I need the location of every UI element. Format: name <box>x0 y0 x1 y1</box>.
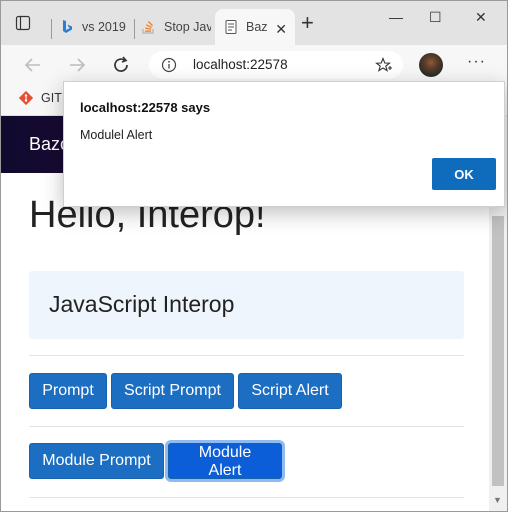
scroll-down-icon[interactable]: ▼ <box>493 495 502 505</box>
url-text[interactable]: localhost:22578 <box>193 57 288 72</box>
maximize-button[interactable]: ☐ <box>429 9 442 26</box>
prompt-button[interactable]: Prompt <box>29 373 107 409</box>
add-favorite-icon[interactable] <box>375 57 393 73</box>
tab-label: Stop Jav <box>164 20 211 34</box>
script-prompt-button[interactable]: Script Prompt <box>111 373 234 409</box>
tab-actions-icon[interactable] <box>15 15 31 31</box>
tab-separator <box>134 19 135 39</box>
more-menu-icon[interactable]: ··· <box>467 53 486 71</box>
tab-label: Baz <box>246 20 268 34</box>
bookmark-label: GIT <box>41 91 62 105</box>
tab-separator <box>51 19 52 39</box>
bing-icon <box>63 20 72 33</box>
page-icon <box>225 20 237 34</box>
tab-label: vs 2019 <box>82 20 126 34</box>
forward-icon[interactable] <box>65 53 89 77</box>
stackoverflow-icon <box>142 21 154 34</box>
close-tab-icon[interactable]: ✕ <box>275 21 287 38</box>
tab-bing[interactable]: vs 2019 <box>59 9 131 45</box>
divider <box>29 497 464 498</box>
git-icon <box>19 91 33 105</box>
tab-strip: vs 2019 Stop Jav Baz ✕ + — ☐ ✕ <box>1 1 507 45</box>
panel-title: JavaScript Interop <box>49 291 235 317</box>
tab-active[interactable]: Baz ✕ <box>215 9 295 45</box>
module-prompt-button[interactable]: Module Prompt <box>29 443 164 479</box>
bookmark-git[interactable]: GIT <box>19 91 62 105</box>
close-window-button[interactable]: ✕ <box>475 9 487 26</box>
tab-stackoverflow[interactable]: Stop Jav <box>141 9 211 45</box>
browser-window: vs 2019 Stop Jav Baz ✕ + — ☐ ✕ localhost… <box>0 0 508 512</box>
interop-panel: JavaScript Interop <box>29 271 464 339</box>
ok-button[interactable]: OK <box>432 158 496 190</box>
address-toolbar: localhost:22578 ··· <box>1 45 507 85</box>
divider <box>29 426 464 427</box>
address-bar[interactable]: localhost:22578 <box>149 51 403 79</box>
profile-avatar[interactable] <box>419 53 443 77</box>
script-alert-button[interactable]: Script Alert <box>238 373 342 409</box>
module-alert-button[interactable]: Module Alert <box>168 443 282 479</box>
refresh-icon[interactable] <box>109 53 133 77</box>
back-icon[interactable] <box>21 53 45 77</box>
minimize-button[interactable]: — <box>389 9 403 25</box>
new-tab-button[interactable]: + <box>301 12 314 34</box>
alert-dialog: localhost:22578 says Modulel Alert OK <box>63 81 505 207</box>
dialog-title: localhost:22578 says <box>80 100 211 115</box>
dialog-message: Modulel Alert <box>80 128 153 142</box>
divider <box>29 355 464 356</box>
scrollbar-thumb[interactable] <box>492 216 504 486</box>
info-icon[interactable] <box>161 57 177 73</box>
